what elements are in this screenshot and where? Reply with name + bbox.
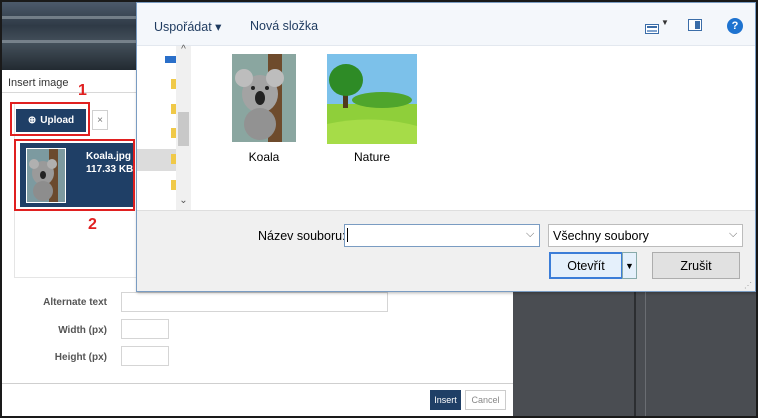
alt-text-label: Alternate text bbox=[43, 297, 107, 308]
divider bbox=[645, 292, 646, 416]
chevron-up-icon[interactable]: ^ bbox=[176, 44, 191, 55]
preview-pane-icon[interactable] bbox=[688, 19, 702, 31]
cancel-button[interactable]: Cancel bbox=[465, 390, 506, 410]
scrollbar-thumb[interactable] bbox=[178, 112, 189, 146]
chevron-down-icon[interactable]: ⌵ bbox=[729, 228, 737, 241]
open-options-dropdown[interactable]: ▼ bbox=[622, 252, 637, 279]
annotation-box bbox=[14, 139, 135, 211]
file-label[interactable]: Nature bbox=[327, 150, 417, 164]
alt-text-input[interactable] bbox=[121, 292, 388, 312]
annotation-number: 2 bbox=[88, 216, 97, 233]
insert-button[interactable]: Insert bbox=[430, 390, 461, 410]
resize-grip-icon[interactable]: ⋰ bbox=[744, 281, 752, 290]
help-icon[interactable]: ? bbox=[727, 18, 743, 34]
filename-label: Název souboru: bbox=[258, 229, 346, 243]
height-input[interactable] bbox=[121, 346, 169, 366]
annotation-number: 1 bbox=[78, 82, 87, 99]
filetype-value: Všechny soubory bbox=[553, 229, 649, 243]
clear-button[interactable]: × bbox=[92, 110, 108, 130]
divider bbox=[2, 92, 136, 93]
chevron-down-icon[interactable]: ⌄ bbox=[176, 195, 191, 206]
divider bbox=[634, 292, 636, 416]
koala-image-icon[interactable] bbox=[232, 54, 296, 142]
nature-image-icon[interactable] bbox=[327, 54, 417, 144]
background-photo bbox=[2, 2, 136, 70]
height-label: Height (px) bbox=[54, 352, 107, 363]
new-folder-button[interactable]: Nová složka bbox=[250, 19, 318, 33]
view-mode-icon[interactable] bbox=[645, 21, 659, 34]
chevron-down-icon[interactable]: ▼ bbox=[661, 18, 669, 27]
width-input[interactable] bbox=[121, 319, 169, 339]
dialog-title: Insert image bbox=[8, 77, 69, 89]
filename-input[interactable] bbox=[344, 224, 540, 247]
annotation-box bbox=[10, 102, 90, 136]
width-label: Width (px) bbox=[58, 325, 107, 336]
organize-menu[interactable]: Uspořádat ▾ bbox=[154, 19, 221, 34]
chevron-down-icon[interactable]: ⌵ bbox=[526, 228, 534, 241]
divider bbox=[2, 383, 513, 384]
open-button[interactable]: Otevřít bbox=[549, 252, 623, 279]
text-caret bbox=[347, 228, 348, 242]
cancel-button[interactable]: Zrušit bbox=[652, 252, 740, 279]
file-label[interactable]: Koala bbox=[232, 150, 296, 164]
